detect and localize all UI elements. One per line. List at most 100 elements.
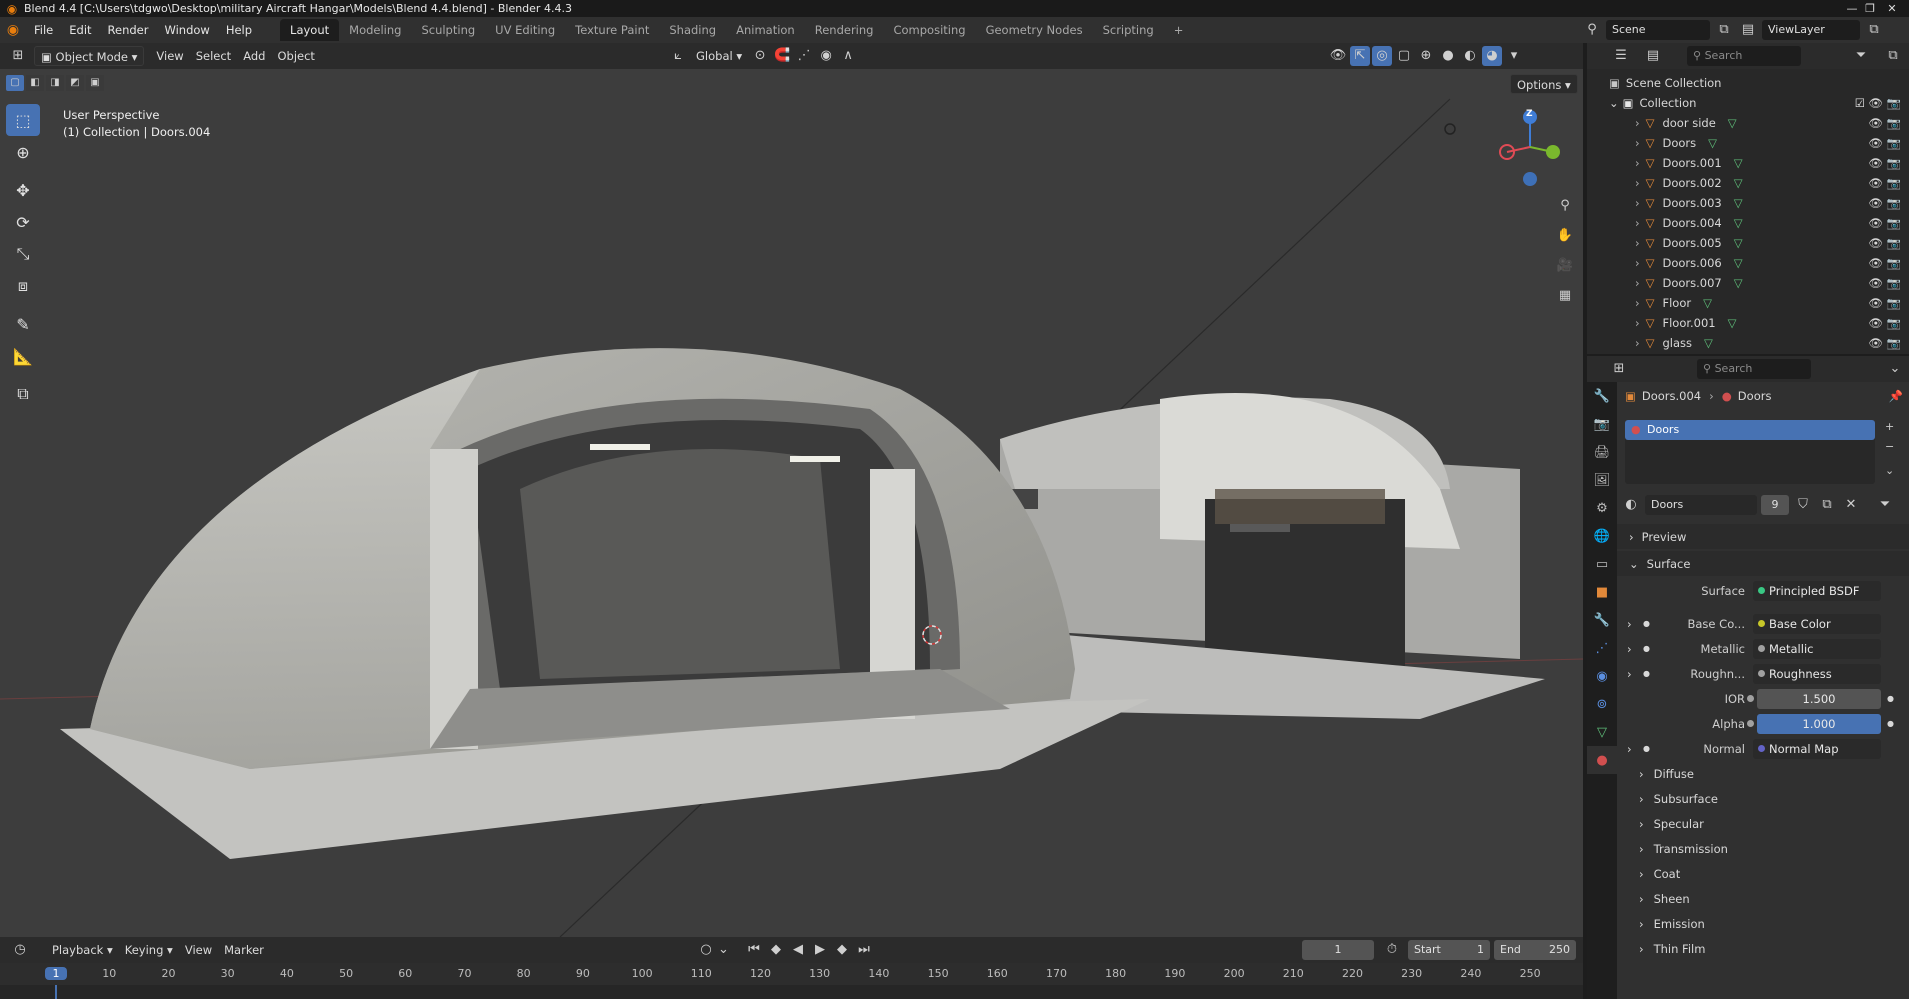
snap-target-icon[interactable]: ⋰ bbox=[794, 46, 814, 66]
new-scene-icon[interactable]: ⧉ bbox=[1714, 20, 1734, 40]
subpanel-diffuse[interactable]: › Diffuse bbox=[1617, 761, 1909, 786]
eye-icon[interactable]: 👁 bbox=[1868, 256, 1883, 270]
proportional-icon[interactable]: ◉ bbox=[816, 46, 836, 66]
outliner-item[interactable]: › ▽ Doors ▽ 👁 📷 bbox=[1587, 133, 1909, 153]
rotate-icon[interactable]: ⟳ bbox=[6, 206, 40, 238]
shading-wire-icon[interactable]: ⊕ bbox=[1416, 46, 1436, 66]
physics-tab-icon[interactable]: ◉ bbox=[1587, 662, 1617, 690]
chevron-right-icon[interactable]: › bbox=[1635, 196, 1640, 210]
subpanel-subsurface[interactable]: › Subsurface bbox=[1617, 786, 1909, 811]
menu-object[interactable]: Object bbox=[271, 46, 320, 66]
keying-options-icon[interactable]: ⌄ bbox=[718, 940, 729, 960]
close-button[interactable]: ✕ bbox=[1872, 0, 1909, 17]
output-tab-icon[interactable]: 🖨 bbox=[1587, 438, 1617, 466]
current-frame-field[interactable]: 1 bbox=[1302, 940, 1374, 960]
chevron-right-icon[interactable]: › bbox=[1635, 256, 1640, 270]
chevron-right-icon[interactable]: › bbox=[1627, 742, 1632, 756]
browse-material-icon[interactable]: ◐ bbox=[1621, 495, 1641, 515]
move-icon[interactable]: ✥ bbox=[6, 174, 40, 206]
normal-field[interactable]: Normal Map bbox=[1753, 738, 1881, 759]
transform-icon[interactable]: ⧈ bbox=[6, 270, 40, 302]
remove-slot-icon[interactable]: − bbox=[1885, 440, 1894, 453]
chevron-right-icon[interactable]: › bbox=[1635, 296, 1640, 310]
world-tab-icon[interactable]: 🌐 bbox=[1587, 522, 1617, 550]
eye-icon[interactable]: 👁 bbox=[1868, 96, 1883, 110]
editor-type-icon[interactable]: ⊞ bbox=[8, 46, 28, 66]
eye-icon[interactable]: 👁 bbox=[1868, 116, 1883, 130]
particles-tab-icon[interactable]: ⋰ bbox=[1587, 634, 1617, 662]
add-workspace-button[interactable]: + bbox=[1164, 19, 1194, 41]
camera-render-icon[interactable]: 📷 bbox=[1887, 336, 1901, 350]
shading-solid-icon[interactable]: ● bbox=[1438, 46, 1458, 66]
unlink-material-icon[interactable]: ✕ bbox=[1841, 495, 1861, 515]
shading-options-icon[interactable]: ▾ bbox=[1504, 46, 1524, 66]
chevron-right-icon[interactable]: › bbox=[1635, 116, 1640, 130]
select-invert-icon[interactable]: ◩ bbox=[66, 75, 84, 91]
camera-render-icon[interactable]: 📷 bbox=[1887, 116, 1901, 130]
falloff-icon[interactable]: ∧ bbox=[838, 46, 858, 66]
outliner-item[interactable]: › ▽ Doors.003 ▽ 👁 📷 bbox=[1587, 193, 1909, 213]
viewport-3d[interactable]: User Perspective (1) Collection | Doors.… bbox=[0, 69, 1583, 937]
menu-keying[interactable]: Keying ▾ bbox=[119, 940, 179, 960]
start-frame-field[interactable]: Start 1 bbox=[1408, 940, 1490, 960]
timeline-body[interactable]: 1 10 20 30 40 50 60 70 80 90 100 110 120 130 140 150 160… bbox=[0, 963, 1583, 999]
gizmo-icon[interactable]: ⇱ bbox=[1350, 46, 1370, 66]
eye-icon[interactable]: 👁 bbox=[1868, 296, 1883, 310]
pin-icon[interactable]: 📌 bbox=[1889, 389, 1903, 403]
menu-timeline-view[interactable]: View bbox=[179, 940, 218, 960]
scene-collection-row[interactable]: ▣ Scene Collection bbox=[1587, 73, 1909, 93]
chevron-right-icon[interactable]: › bbox=[1635, 236, 1640, 250]
menu-view[interactable]: View bbox=[150, 46, 189, 66]
chevron-right-icon[interactable]: › bbox=[1635, 216, 1640, 230]
view-layer-tab-icon[interactable]: 🖼 bbox=[1587, 466, 1617, 494]
camera-render-icon[interactable]: 📷 bbox=[1887, 176, 1901, 190]
select-new-icon[interactable]: ▢ bbox=[6, 75, 24, 91]
surface-section[interactable]: ⌄ Surface bbox=[1617, 551, 1909, 576]
blender-menu-icon[interactable]: ◉ bbox=[0, 22, 26, 38]
scene-field[interactable]: Scene bbox=[1606, 20, 1710, 40]
menu-file[interactable]: File bbox=[26, 19, 61, 41]
chevron-right-icon[interactable]: › bbox=[1635, 316, 1640, 330]
subpanel-coat[interactable]: › Coat bbox=[1617, 861, 1909, 886]
jump-start-icon[interactable]: ⏮ bbox=[744, 940, 764, 960]
tab-shading[interactable]: Shading bbox=[659, 19, 726, 41]
material-name-field[interactable]: Doors bbox=[1645, 495, 1757, 515]
menu-playback[interactable]: Playback ▾ bbox=[46, 940, 119, 960]
chevron-right-icon[interactable]: › bbox=[1635, 156, 1640, 170]
select-extend-icon[interactable]: ◧ bbox=[26, 75, 44, 91]
outliner-item[interactable]: › ▽ Floor ▽ 👁 📷 bbox=[1587, 293, 1909, 313]
outliner-search-input[interactable]: ⚲ Search bbox=[1687, 46, 1801, 66]
alpha-field[interactable]: 1.000 bbox=[1757, 713, 1881, 734]
overlay-icon[interactable]: ◎ bbox=[1372, 46, 1392, 66]
select-intersect-icon[interactable]: ▣ bbox=[86, 75, 104, 91]
grid-icon[interactable]: ▦ bbox=[1552, 283, 1578, 309]
outliner-item[interactable]: › ▽ Doors.004 ▽ 👁 📷 bbox=[1587, 213, 1909, 233]
eye-icon[interactable]: 👁 bbox=[1868, 156, 1883, 170]
eye-icon[interactable]: 👁 bbox=[1868, 236, 1883, 250]
metallic-field[interactable]: Metallic bbox=[1753, 638, 1881, 659]
tab-animation[interactable]: Animation bbox=[726, 19, 805, 41]
xray-icon[interactable]: ▢ bbox=[1394, 46, 1414, 66]
chevron-right-icon[interactable]: › bbox=[1635, 276, 1640, 290]
measure-icon[interactable]: 📐 bbox=[6, 340, 40, 372]
menu-render[interactable]: Render bbox=[100, 19, 157, 41]
fake-user-icon[interactable]: ⛉ bbox=[1793, 495, 1813, 515]
menu-select[interactable]: Select bbox=[190, 46, 237, 66]
tab-modeling[interactable]: Modeling bbox=[339, 19, 411, 41]
menu-help[interactable]: Help bbox=[218, 19, 260, 41]
material-users-count[interactable]: 9 bbox=[1761, 495, 1789, 515]
chevron-right-icon[interactable]: › bbox=[1635, 176, 1640, 190]
next-keyframe-icon[interactable]: ◆ bbox=[832, 940, 852, 960]
subpanel-transmission[interactable]: › Transmission bbox=[1617, 836, 1909, 861]
eye-icon[interactable]: 👁 bbox=[1868, 216, 1883, 230]
new-collection-icon[interactable]: ⧉ bbox=[1883, 46, 1903, 66]
pivot-icon[interactable]: ⊙ bbox=[750, 46, 770, 66]
filter-icon[interactable]: ⏷ bbox=[1851, 46, 1871, 66]
tab-geometry-nodes[interactable]: Geometry Nodes bbox=[976, 19, 1093, 41]
shading-material-icon[interactable]: ◐ bbox=[1460, 46, 1480, 66]
menu-marker[interactable]: Marker bbox=[218, 940, 270, 960]
light-object[interactable] bbox=[1444, 123, 1456, 135]
tab-scripting[interactable]: Scripting bbox=[1093, 19, 1164, 41]
camera-render-icon[interactable]: 📷 bbox=[1887, 316, 1901, 330]
new-view-layer-icon[interactable]: ⧉ bbox=[1864, 20, 1884, 40]
